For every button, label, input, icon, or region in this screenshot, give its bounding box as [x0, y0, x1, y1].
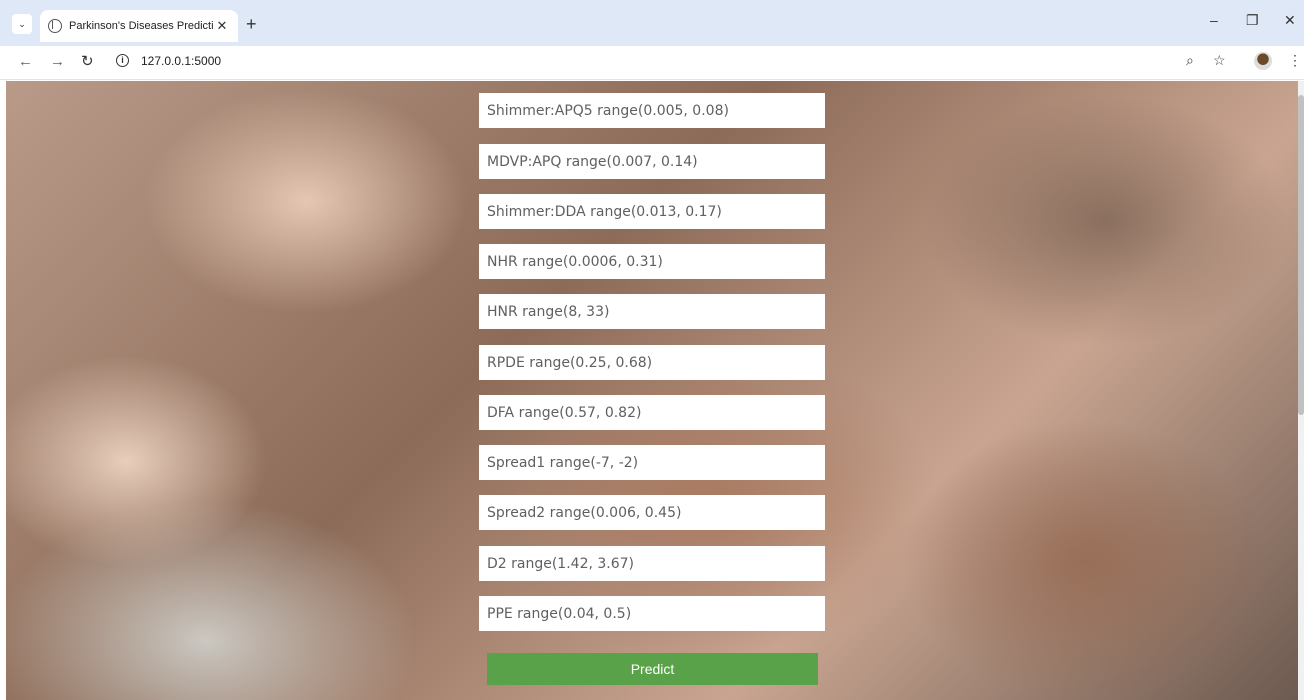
- shimmer-apq5-input[interactable]: [479, 93, 825, 128]
- globe-favicon-icon: [48, 19, 62, 33]
- mdvp-apq-input[interactable]: [479, 144, 825, 179]
- hnr-input[interactable]: [479, 294, 825, 329]
- address-bar[interactable]: 127.0.0.1:5000: [141, 54, 221, 68]
- menu-icon[interactable]: ⋮: [1288, 52, 1302, 69]
- d2-input[interactable]: [479, 546, 825, 581]
- rpde-input[interactable]: [479, 345, 825, 380]
- zoom-icon[interactable]: ⌕: [1186, 52, 1194, 69]
- browser-tab[interactable]: Parkinson's Diseases Prediction ✕: [40, 10, 238, 42]
- dfa-input[interactable]: [479, 395, 825, 430]
- minimize-icon[interactable]: –: [1210, 12, 1218, 28]
- browser-tabstrip: ⌄ Parkinson's Diseases Prediction ✕ + – …: [0, 0, 1304, 46]
- forward-icon[interactable]: →: [50, 53, 65, 71]
- back-icon[interactable]: ←: [18, 53, 33, 71]
- spread1-input[interactable]: [479, 445, 825, 480]
- tab-search-icon[interactable]: ⌄: [12, 14, 32, 34]
- window-close-icon[interactable]: ✕: [1284, 12, 1296, 29]
- restore-icon[interactable]: ❐: [1246, 12, 1259, 29]
- predict-button[interactable]: Predict: [487, 653, 818, 685]
- ppe-input[interactable]: [479, 596, 825, 631]
- site-info-icon[interactable]: i: [116, 54, 129, 67]
- bookmark-star-icon[interactable]: ☆: [1213, 52, 1226, 69]
- new-tab-button[interactable]: +: [246, 14, 257, 34]
- scrollbar-thumb[interactable]: [1298, 95, 1304, 415]
- spread2-input[interactable]: [479, 495, 825, 530]
- reload-icon[interactable]: ↻: [81, 53, 94, 71]
- page-background-image: Predict: [6, 81, 1298, 700]
- profile-avatar-icon[interactable]: [1254, 52, 1272, 70]
- tab-close-icon[interactable]: ✕: [214, 18, 230, 34]
- nhr-input[interactable]: [479, 244, 825, 279]
- shimmer-dda-input[interactable]: [479, 194, 825, 229]
- tab-title: Parkinson's Diseases Prediction: [69, 20, 214, 32]
